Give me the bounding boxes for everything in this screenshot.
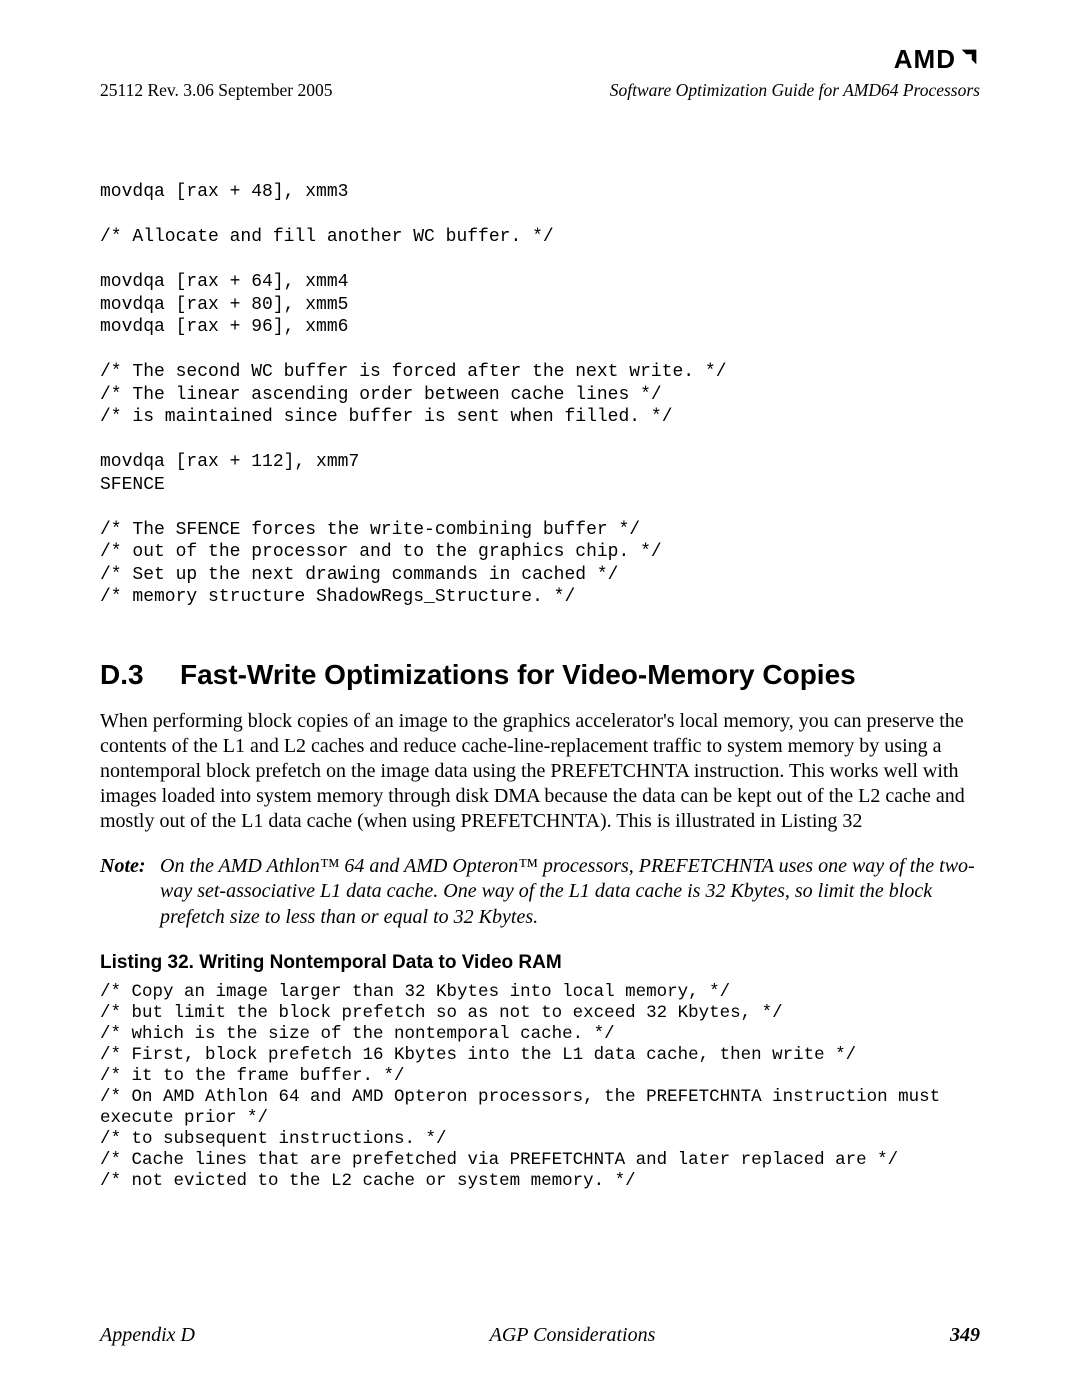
section-heading: D.3 Fast-Write Optimizations for Video-M… (100, 659, 980, 691)
brand-arrow-icon (958, 44, 980, 75)
footer-left: Appendix D (100, 1324, 195, 1347)
page: AMD 25112 Rev. 3.06 September 2005 Softw… (0, 0, 1080, 1397)
footer-center: AGP Considerations (490, 1324, 656, 1347)
section-title: Fast-Write Optimizations for Video-Memor… (180, 659, 980, 691)
note-body: On the AMD Athlon™ 64 and AMD Opteron™ p… (160, 854, 980, 931)
running-header: 25112 Rev. 3.06 September 2005 Software … (100, 80, 980, 101)
running-footer: Appendix D AGP Considerations 349 (100, 1324, 980, 1347)
doc-id-rev-date: 25112 Rev. 3.06 September 2005 (100, 80, 333, 101)
listing-title: Listing 32. Writing Nontemporal Data to … (100, 952, 980, 974)
brand-logo: AMD (894, 44, 980, 75)
brand-name: AMD (894, 44, 956, 75)
page-number: 349 (950, 1324, 980, 1347)
section-paragraph: When performing block copies of an image… (100, 709, 980, 834)
code-block-top: movdqa [rax + 48], xmm3 /* Allocate and … (100, 181, 980, 609)
section-number: D.3 (100, 659, 180, 691)
listing-code: /* Copy an image larger than 32 Kbytes i… (100, 982, 980, 1192)
note-block: Note: On the AMD Athlon™ 64 and AMD Opte… (100, 854, 980, 931)
doc-title: Software Optimization Guide for AMD64 Pr… (610, 80, 980, 101)
note-label: Note: (100, 854, 160, 931)
